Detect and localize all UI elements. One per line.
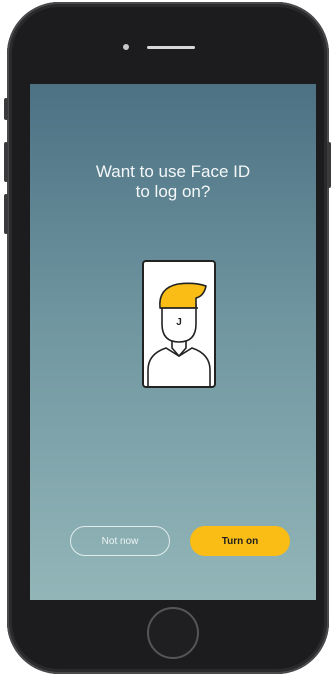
mute-switch [4,98,8,120]
home-button[interactable] [147,607,199,659]
prompt-title: Want to use Face ID to log on? [95,162,251,201]
avatar-body [147,347,211,386]
not-now-button[interactable]: Not now [70,526,170,556]
power-button [327,142,331,188]
turn-on-button[interactable]: Turn on [190,526,290,556]
face-id-avatar-card: J [142,260,216,388]
earpiece-speaker [147,46,195,49]
avatar-initial: J [176,317,182,328]
phone-frame: Want to use Face ID to log on? J Not now… [4,2,331,674]
avatar-hair [159,282,207,309]
volume-down-button [4,194,8,234]
volume-up-button [4,142,8,182]
face-id-prompt-screen: Want to use Face ID to log on? J Not now… [30,84,316,600]
face-id-avatar-icon: J [147,282,211,386]
front-camera [123,44,129,50]
